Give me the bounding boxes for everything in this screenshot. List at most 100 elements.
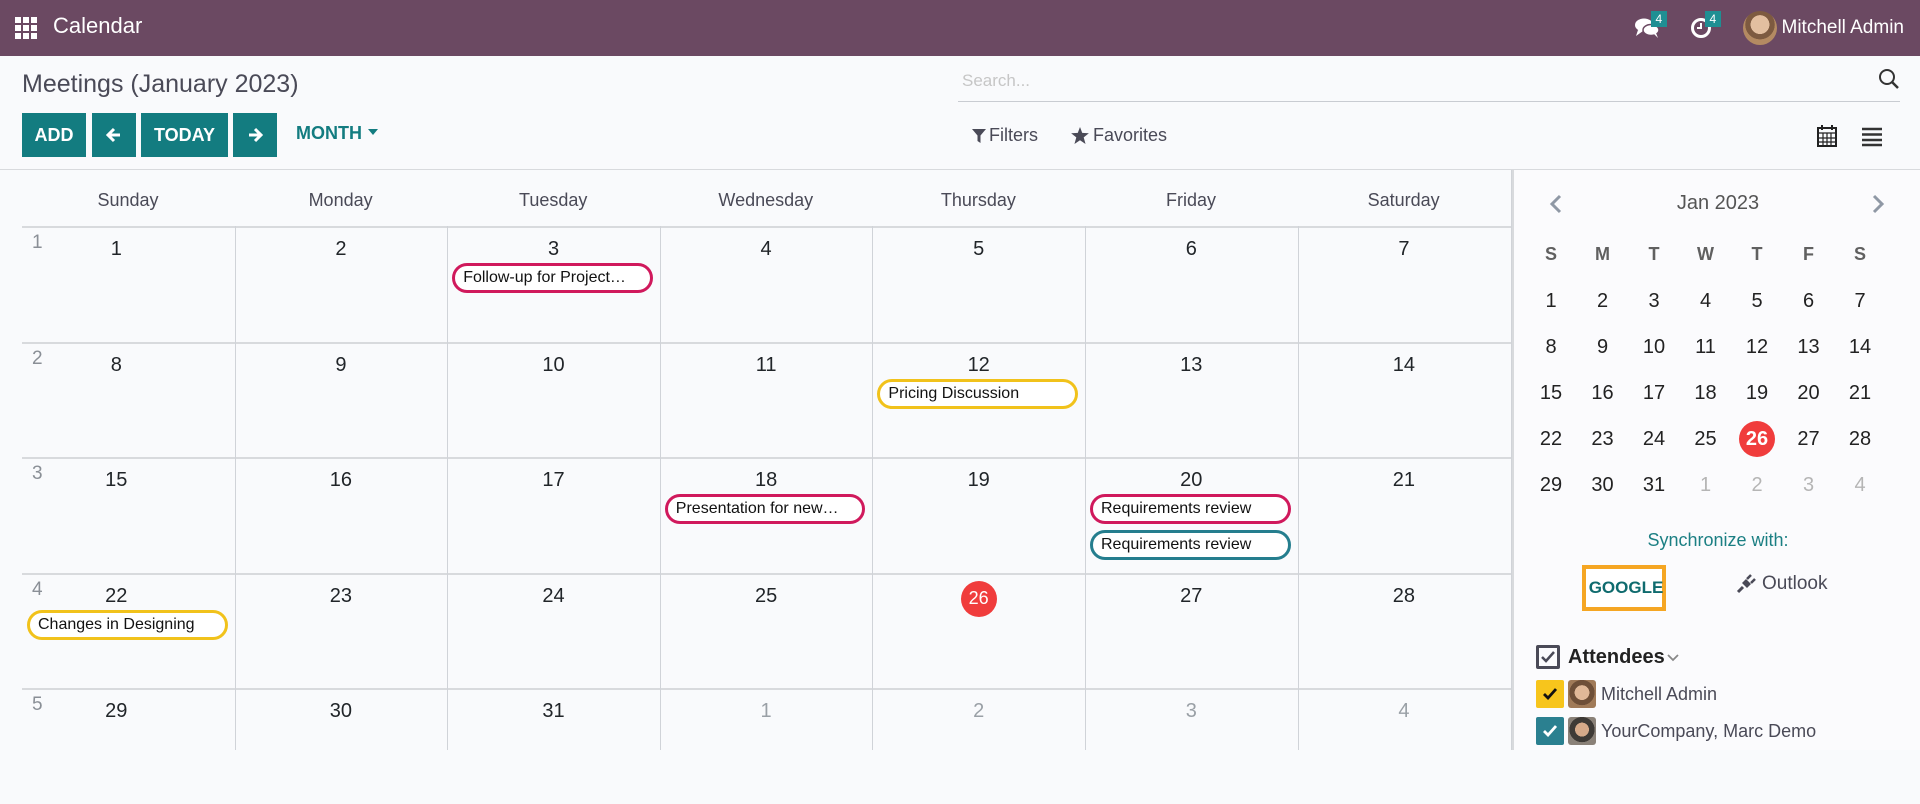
mini-day[interactable]: 3: [1636, 283, 1672, 319]
day-number: 4: [1398, 700, 1410, 722]
mini-day[interactable]: 9: [1585, 329, 1621, 365]
mini-day[interactable]: 14: [1842, 329, 1878, 365]
day-number: 8: [110, 353, 122, 376]
attendee-avatar: [1568, 717, 1596, 745]
check-icon: [1541, 651, 1555, 663]
mini-day[interactable]: 7: [1842, 283, 1878, 319]
column-divider: [234, 226, 236, 750]
mini-day[interactable]: 17: [1636, 375, 1672, 411]
day-number: 24: [542, 584, 565, 607]
calendar-event[interactable]: Pricing Discussion: [877, 378, 1078, 409]
search-icon[interactable]: [1878, 68, 1900, 90]
mini-day[interactable]: 23: [1585, 421, 1621, 457]
chevron-down-icon[interactable]: [1667, 652, 1679, 662]
day-number: 4: [760, 238, 772, 260]
mini-day[interactable]: 6: [1791, 283, 1827, 319]
weekday-header: Thursday: [940, 190, 1016, 210]
mini-day[interactable]: 8: [1533, 329, 1569, 365]
filters-label: Filters: [989, 125, 1038, 145]
activities-button[interactable]: 4: [1681, 0, 1722, 56]
day-number: 23: [329, 584, 353, 607]
mini-day[interactable]: 2: [1739, 467, 1775, 503]
calendar-event[interactable]: Follow-up for Project…: [452, 263, 653, 293]
attendee-checkbox[interactable]: [1536, 680, 1564, 708]
mini-day[interactable]: 1: [1533, 283, 1569, 319]
filters-button[interactable]: Filters: [972, 125, 1038, 146]
mini-day[interactable]: 12: [1739, 329, 1775, 365]
apps-menu-icon[interactable]: [15, 17, 37, 39]
next-button[interactable]: [233, 113, 277, 157]
day-number: 1: [110, 238, 122, 260]
day-number: 29: [105, 700, 128, 722]
sync-label: Synchronize with:: [1647, 530, 1789, 550]
attendee-name: YourCompany, Marc Demo: [1601, 720, 1817, 741]
attendee-checkbox[interactable]: [1536, 717, 1564, 745]
list-view-icon[interactable]: [1861, 127, 1883, 147]
mini-day[interactable]: 10: [1636, 329, 1672, 365]
day-number: 21: [1392, 469, 1416, 491]
favorites-button[interactable]: Favorites: [1071, 125, 1167, 146]
user-name: Mitchell Admin: [1781, 17, 1905, 38]
mini-weekday: T: [1648, 244, 1660, 264]
search-input[interactable]: [958, 64, 1900, 98]
today-button[interactable]: TODAY: [141, 113, 228, 157]
day-number: 10: [542, 353, 565, 376]
mini-day[interactable]: 13: [1791, 329, 1827, 365]
mini-day[interactable]: 24: [1636, 421, 1672, 457]
mini-calendar-title: Jan 2023: [1676, 192, 1760, 214]
mini-day[interactable]: 4: [1842, 467, 1878, 503]
mini-calendar-next-icon[interactable]: [1870, 194, 1886, 214]
mini-day[interactable]: 11: [1688, 329, 1724, 365]
mini-day[interactable]: 5: [1739, 283, 1775, 319]
mini-day[interactable]: 21: [1842, 375, 1878, 411]
calendar-event[interactable]: Presentation for new…: [664, 494, 866, 524]
mini-day[interactable]: 15: [1533, 375, 1569, 411]
mini-day[interactable]: 29: [1533, 467, 1569, 503]
column-divider: [1085, 226, 1086, 750]
mini-day[interactable]: 1: [1688, 467, 1724, 503]
messages-button[interactable]: 4: [1627, 0, 1668, 56]
day-number: 27: [1180, 584, 1203, 607]
mini-day[interactable]: 30: [1585, 467, 1621, 503]
column-divider: [1297, 226, 1299, 750]
mini-day[interactable]: 19: [1739, 375, 1775, 411]
day-number: 20: [1180, 469, 1203, 491]
calendar-event[interactable]: Changes in Designing: [27, 609, 228, 640]
calendar-event[interactable]: Requirements review: [1090, 494, 1291, 524]
mini-day[interactable]: 4: [1688, 283, 1724, 319]
calendar-event[interactable]: Requirements review: [1090, 530, 1291, 560]
calendar-view-icon[interactable]: [1816, 125, 1838, 147]
mini-day[interactable]: 27: [1791, 421, 1827, 457]
column-divider: [872, 226, 874, 750]
activities-count-badge: 4: [1704, 11, 1722, 27]
mini-day[interactable]: 2: [1585, 283, 1621, 319]
previous-button[interactable]: [92, 113, 136, 157]
mini-day[interactable]: 25: [1688, 421, 1724, 457]
mini-day[interactable]: 28: [1842, 421, 1878, 457]
mini-day[interactable]: 22: [1533, 421, 1569, 457]
weekday-header: Tuesday: [519, 190, 588, 210]
add-button[interactable]: ADD: [22, 113, 86, 157]
column-divider: [447, 226, 449, 750]
mini-day[interactable]: 18: [1688, 375, 1724, 411]
mini-day-today[interactable]: 26: [1739, 421, 1775, 457]
day-number: 31: [542, 700, 565, 722]
day-number: 17: [542, 469, 565, 491]
mini-day[interactable]: 16: [1585, 375, 1621, 411]
user-menu[interactable]: Mitchell Admin: [1742, 11, 1905, 45]
mini-day[interactable]: 31: [1636, 467, 1672, 503]
attendees-select-all-checkbox[interactable]: [1536, 645, 1560, 669]
star-icon: [1071, 127, 1089, 144]
day-number: 3: [547, 238, 560, 260]
messages-count-badge: 4: [1650, 11, 1668, 27]
check-icon: [1543, 688, 1557, 700]
google-sync-button[interactable]: GOOGLE: [1582, 565, 1666, 611]
scale-dropdown[interactable]: MONTH: [296, 123, 378, 144]
google-sync-label: GOOGLE: [1588, 578, 1664, 597]
mini-day[interactable]: 20: [1791, 375, 1827, 411]
check-icon: [1543, 725, 1557, 737]
mini-weekday: S: [1853, 244, 1866, 264]
outlook-sync-button[interactable]: Outlook: [1736, 573, 1827, 595]
day-number: 2: [973, 700, 985, 722]
mini-day[interactable]: 3: [1791, 467, 1827, 503]
